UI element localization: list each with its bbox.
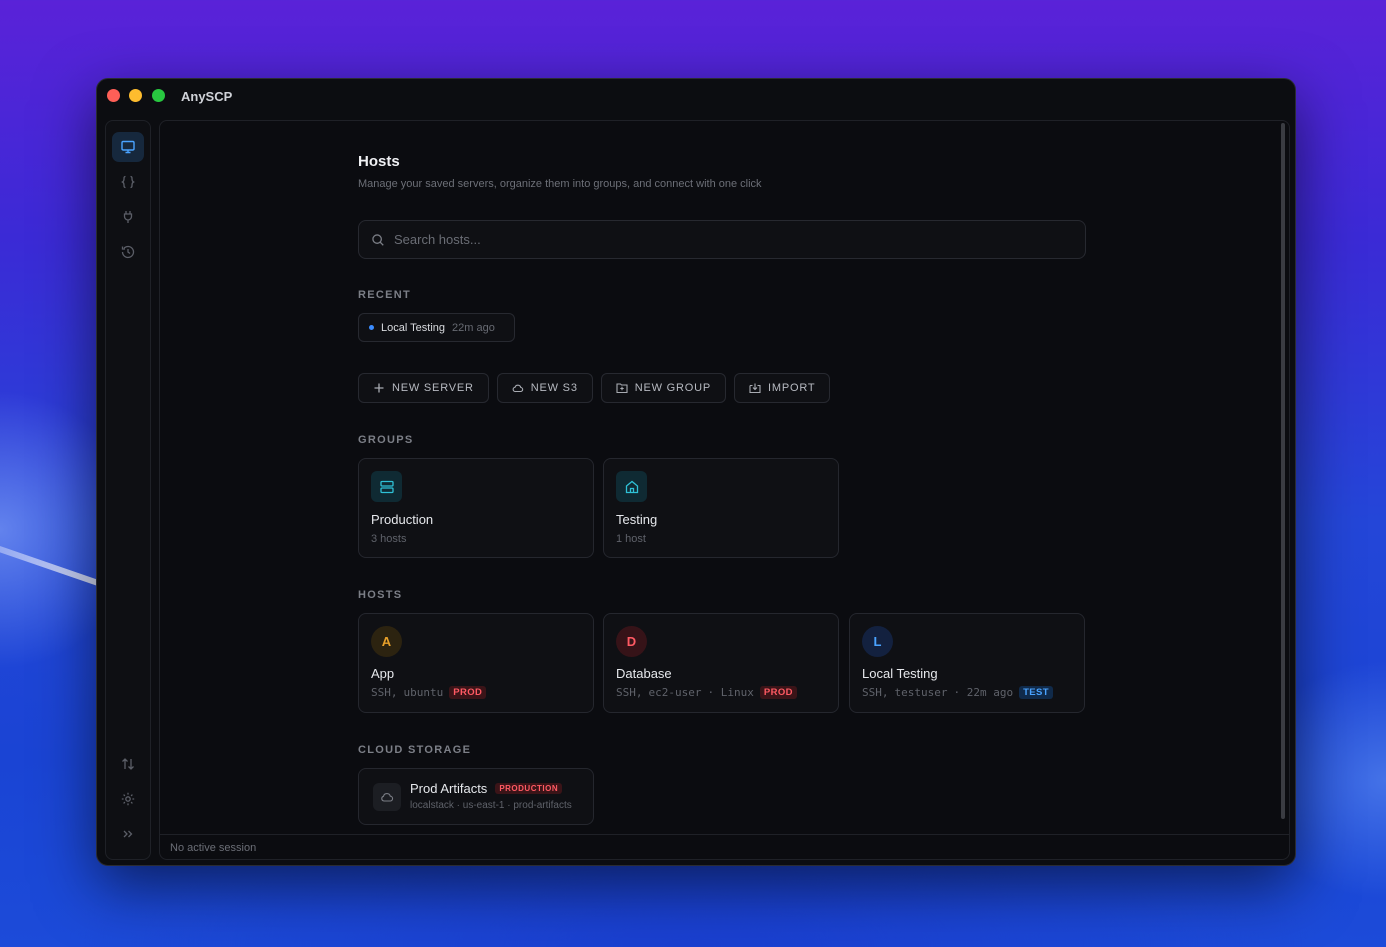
- new-group-button[interactable]: NEW GROUP: [600, 373, 727, 403]
- group-icon-production: [371, 471, 402, 502]
- group-card-production[interactable]: Production 3 hosts: [358, 458, 594, 558]
- sidebar-expand-button[interactable]: [112, 819, 144, 849]
- host-meta: SSH, ec2-user · Linux PROD: [616, 686, 797, 699]
- recent-item-time: 22m ago: [452, 321, 495, 334]
- new-group-label: NEW GROUP: [634, 382, 712, 394]
- host-user: ubuntu: [403, 686, 444, 699]
- storage-name: Prod Artifacts: [410, 781, 488, 796]
- host-avatar: D: [616, 626, 647, 657]
- cloud-storage-section-label: CLOUD STORAGE: [358, 744, 472, 756]
- home-icon: [625, 480, 638, 493]
- scrollbar[interactable]: [1281, 123, 1285, 819]
- host-name: App: [371, 666, 395, 681]
- search-box[interactable]: [358, 220, 1086, 259]
- monitor-icon: [121, 140, 135, 154]
- environment-badge: PRODUCTION: [495, 783, 563, 794]
- host-name: Local Testing: [862, 666, 938, 681]
- cloud-icon: [512, 384, 523, 393]
- recent-section-label: RECENT: [358, 289, 412, 301]
- host-card-local-testing[interactable]: L Local Testing SSH, testuser · 22m ago …: [849, 613, 1085, 713]
- chevrons-right-icon: [123, 830, 133, 838]
- action-bar: NEW SERVER NEW S3 NEW GROUP IMPORT: [358, 373, 831, 403]
- host-avatar: A: [371, 626, 402, 657]
- close-window-button[interactable]: [107, 89, 120, 102]
- braces-icon: [121, 175, 135, 189]
- host-user: testuser: [894, 686, 948, 699]
- host-card-app[interactable]: A App SSH, ubuntu PROD: [358, 613, 594, 713]
- minimize-window-button[interactable]: [129, 89, 142, 102]
- zoom-window-button[interactable]: [152, 89, 165, 102]
- storage-title-row: Prod Artifacts PRODUCTION: [410, 781, 563, 796]
- connection-status-dot: [369, 325, 374, 330]
- storage-icon: [373, 783, 401, 811]
- group-card-testing[interactable]: Testing 1 host: [603, 458, 839, 558]
- host-name: Database: [616, 666, 672, 681]
- app-title: AnySCP: [181, 89, 233, 104]
- plug-icon: [123, 211, 133, 223]
- import-button[interactable]: IMPORT: [734, 373, 831, 403]
- new-server-label: NEW SERVER: [392, 382, 474, 394]
- sidebar: [105, 120, 151, 860]
- sidebar-item-hosts[interactable]: [112, 132, 144, 162]
- sidebar-item-history[interactable]: [112, 237, 144, 267]
- storage-details: localstack · us-east-1 · prod-artifacts: [410, 800, 572, 811]
- history-icon: [121, 245, 135, 259]
- recent-item-name: Local Testing: [381, 321, 446, 334]
- recent-item-local-testing[interactable]: Local Testing 22m ago: [358, 313, 515, 342]
- server-icon: [379, 480, 394, 493]
- main-panel: Hosts Manage your saved servers, organiz…: [159, 120, 1290, 860]
- environment-badge: PROD: [759, 686, 797, 699]
- host-card-database[interactable]: D Database SSH, ec2-user · Linux PROD: [603, 613, 839, 713]
- sidebar-item-connections[interactable]: [112, 202, 144, 232]
- new-s3-label: NEW S3: [530, 382, 578, 394]
- group-icon-testing: [616, 471, 647, 502]
- host-os: · Linux: [707, 686, 754, 699]
- page-title: Hosts: [358, 153, 400, 170]
- transfer-arrows-icon: [122, 758, 134, 770]
- new-s3-button[interactable]: NEW S3: [496, 373, 593, 403]
- sidebar-item-transfers[interactable]: [112, 749, 144, 779]
- group-name: Production: [371, 512, 434, 527]
- title-bar: AnySCP: [97, 79, 1295, 115]
- sidebar-item-settings[interactable]: [112, 784, 144, 814]
- status-bar: No active session: [160, 834, 1289, 859]
- session-status: No active session: [170, 842, 257, 854]
- gear-icon: [121, 792, 135, 806]
- new-server-button[interactable]: NEW SERVER: [358, 373, 489, 403]
- host-meta: SSH, ubuntu PROD: [371, 686, 487, 699]
- page-subtitle: Manage your saved servers, organize them…: [358, 178, 762, 190]
- group-host-count: 1 host: [616, 533, 646, 545]
- host-avatar: L: [862, 626, 893, 657]
- folder-plus-icon: [616, 383, 628, 394]
- host-protocol: SSH,: [371, 686, 398, 699]
- group-host-count: 3 hosts: [371, 533, 407, 545]
- group-name: Testing: [616, 512, 658, 527]
- import-icon: [749, 383, 761, 394]
- search-input[interactable]: [394, 232, 1074, 247]
- import-label: IMPORT: [768, 382, 816, 394]
- storage-card-prod-artifacts[interactable]: Prod Artifacts PRODUCTION localstack · u…: [358, 768, 594, 825]
- environment-badge: TEST: [1019, 686, 1053, 699]
- environment-badge: PROD: [449, 686, 487, 699]
- host-user: ec2-user: [648, 686, 702, 699]
- host-protocol: SSH,: [616, 686, 643, 699]
- sidebar-item-snippets[interactable]: [112, 167, 144, 197]
- host-protocol: SSH,: [862, 686, 889, 699]
- plus-icon: [374, 383, 384, 393]
- app-window: AnySCP Hosts Manage your saved servers, …: [96, 78, 1296, 866]
- host-last-used: · 22m ago: [953, 686, 1014, 699]
- cloud-icon: [381, 793, 394, 802]
- search-icon: [372, 233, 384, 246]
- host-meta: SSH, testuser · 22m ago TEST: [862, 686, 1053, 699]
- hosts-section-label: HOSTS: [358, 589, 403, 601]
- groups-section-label: GROUPS: [358, 434, 414, 446]
